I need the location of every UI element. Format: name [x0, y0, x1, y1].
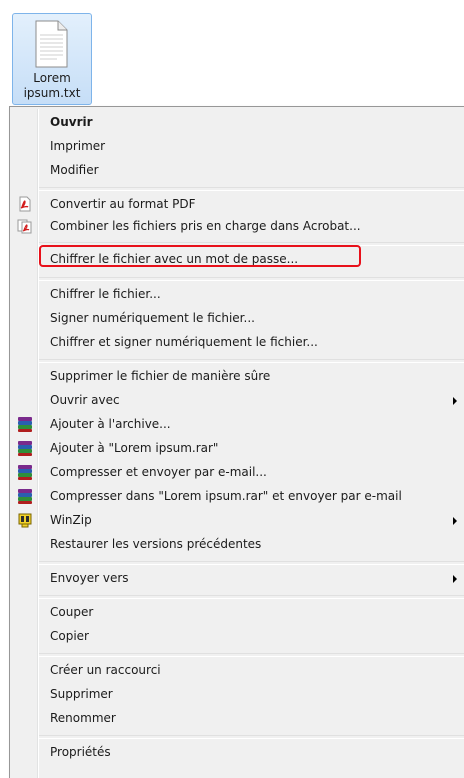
- explorer-window: Lorem ipsum.txt Ouvrir Imprimer Modifier…: [0, 0, 464, 778]
- menu-separator: [39, 359, 464, 363]
- menu-item-label: Copier: [50, 629, 89, 643]
- menu-item-label: Imprimer: [50, 139, 106, 153]
- winrar-icon: [17, 464, 33, 480]
- menu-item-properties[interactable]: Propriétés: [12, 741, 464, 763]
- menu-separator: [39, 561, 464, 565]
- menu-item-edit[interactable]: Modifier: [12, 159, 464, 181]
- menu-item-label: Supprimer: [50, 687, 113, 701]
- menu-item-convert-pdf[interactable]: Convertir au format PDF: [12, 193, 464, 215]
- menu-item-encrypt-file[interactable]: Chiffrer le fichier...: [12, 283, 464, 305]
- winrar-icon: [17, 440, 33, 456]
- file-name-line-1: Lorem: [33, 71, 71, 85]
- menu-item-label: Combiner les fichiers pris en charge dan…: [50, 219, 361, 233]
- menu-item-label: Chiffrer et signer numériquement le fich…: [50, 335, 318, 349]
- menu-item-rename[interactable]: Renommer: [12, 707, 464, 729]
- menu-item-label: Ajouter à l'archive...: [50, 417, 171, 431]
- file-name-line-2: ipsum.txt: [23, 86, 81, 100]
- menu-item-label: Ouvrir: [50, 115, 93, 129]
- menu-item-label: Envoyer vers: [50, 571, 129, 585]
- menu-item-label: Supprimer le fichier de manière sûre: [50, 369, 271, 383]
- menu-item-compress-and-email[interactable]: Compresser et envoyer par e-mail...: [12, 461, 464, 483]
- menu-item-label: Ajouter à "Lorem ipsum.rar": [50, 441, 219, 455]
- menu-item-label: Restaurer les versions précédentes: [50, 537, 262, 551]
- context-menu: Ouvrir Imprimer Modifier Convertir au fo…: [9, 106, 464, 778]
- menu-item-winzip[interactable]: WinZip: [12, 509, 464, 531]
- acrobat-pdf-icon: [19, 196, 31, 212]
- menu-item-restore-previous-versions[interactable]: Restaurer les versions précédentes: [12, 533, 464, 555]
- menu-separator: [39, 735, 464, 739]
- menu-item-label: Modifier: [50, 163, 99, 177]
- menu-item-label: Signer numériquement le fichier...: [50, 311, 255, 325]
- highlight-annotation: [39, 245, 361, 267]
- menu-item-print[interactable]: Imprimer: [12, 135, 464, 157]
- menu-item-label: Renommer: [50, 711, 116, 725]
- menu-item-compress-rar-and-email[interactable]: Compresser dans "Lorem ipsum.rar" et env…: [12, 485, 464, 507]
- menu-item-open-with[interactable]: Ouvrir avec: [12, 389, 464, 411]
- winrar-icon: [17, 488, 33, 504]
- submenu-arrow-icon: [453, 575, 457, 583]
- menu-item-label: Créer un raccourci: [50, 663, 161, 677]
- menu-item-cut[interactable]: Couper: [12, 601, 464, 623]
- menu-separator: [39, 595, 464, 599]
- menu-separator: [39, 277, 464, 281]
- menu-separator: [39, 653, 464, 657]
- menu-item-label: Convertir au format PDF: [50, 197, 196, 211]
- menu-item-combine-acrobat[interactable]: Combiner les fichiers pris en charge dan…: [12, 215, 464, 237]
- text-file-icon: [35, 20, 68, 68]
- menu-item-label: Ouvrir avec: [50, 393, 120, 407]
- menu-separator: [39, 187, 464, 191]
- winrar-icon: [17, 416, 33, 432]
- file-item-lorem-ipsum[interactable]: Lorem ipsum.txt: [12, 13, 92, 105]
- menu-item-open[interactable]: Ouvrir: [12, 111, 464, 133]
- submenu-arrow-icon: [453, 517, 457, 525]
- menu-item-create-shortcut[interactable]: Créer un raccourci: [12, 659, 464, 681]
- menu-item-label: Compresser et envoyer par e-mail...: [50, 465, 267, 479]
- menu-item-send-to[interactable]: Envoyer vers: [12, 567, 464, 589]
- menu-item-label: Couper: [50, 605, 94, 619]
- file-name-label: Lorem ipsum.txt: [13, 71, 91, 101]
- menu-item-encrypt-and-sign[interactable]: Chiffrer et signer numériquement le fich…: [12, 331, 464, 353]
- menu-item-label: Chiffrer le fichier...: [50, 287, 161, 301]
- submenu-arrow-icon: [453, 397, 457, 405]
- menu-item-delete[interactable]: Supprimer: [12, 683, 464, 705]
- menu-item-label: Propriétés: [50, 745, 111, 759]
- winzip-icon: [18, 513, 32, 528]
- menu-item-sign-file[interactable]: Signer numériquement le fichier...: [12, 307, 464, 329]
- menu-item-label: Compresser dans "Lorem ipsum.rar" et env…: [50, 489, 402, 503]
- menu-item-secure-delete[interactable]: Supprimer le fichier de manière sûre: [12, 365, 464, 387]
- menu-item-label: WinZip: [50, 513, 92, 527]
- menu-item-copy[interactable]: Copier: [12, 625, 464, 647]
- menu-item-add-to-rar[interactable]: Ajouter à "Lorem ipsum.rar": [12, 437, 464, 459]
- menu-item-add-to-archive[interactable]: Ajouter à l'archive...: [12, 413, 464, 435]
- acrobat-combine-icon: [17, 219, 32, 234]
